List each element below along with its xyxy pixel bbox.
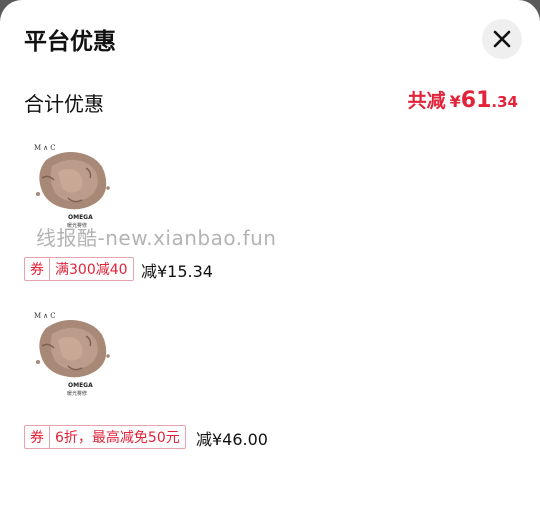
- coupon-text: 6折，最高减免50元: [55, 430, 180, 446]
- discount-item: M∧C OMEGA 暖光雾修 券 6折，最高减免50元 减¥46.00: [24, 306, 520, 451]
- close-icon: [493, 30, 511, 48]
- currency-symbol: ¥: [449, 92, 461, 111]
- amount-decimal: .34: [491, 93, 518, 111]
- total-discount-amount: 共减 ¥61.34: [408, 86, 518, 113]
- sheet-title: 平台优惠: [24, 29, 116, 55]
- coupon-tag: 券: [25, 426, 50, 448]
- total-discount-label: 合计优惠: [24, 92, 104, 116]
- coupon-text: 满300减40: [55, 262, 128, 278]
- coupon-badge: 券 满300减40: [24, 257, 134, 281]
- coupon-badge: 券 6折，最高减免50元: [24, 425, 186, 449]
- platform-discount-sheet: 平台优惠 合计优惠 共减 ¥61.34 M∧C OMEGA 暖光雾修 券 满30…: [0, 0, 540, 530]
- product-name: OMEGA: [68, 382, 93, 389]
- item-saving: 减¥15.34: [141, 262, 213, 281]
- coupon-tag: 券: [25, 258, 50, 280]
- amount-integer: 61: [460, 88, 492, 113]
- watermark-text: 线报酷-new.xianbao.fun: [36, 226, 277, 250]
- item-saving: 减¥46.00: [196, 430, 268, 449]
- product-name: OMEGA: [68, 214, 93, 221]
- discount-item: M∧C OMEGA 暖光雾修 券 满300减40 减¥15.34: [24, 138, 520, 283]
- total-prefix: 共减: [407, 90, 446, 112]
- product-image: M∧C OMEGA 暖光雾修: [24, 306, 118, 400]
- close-button[interactable]: [482, 19, 522, 59]
- product-image: M∧C OMEGA 暖光雾修: [24, 138, 118, 232]
- total-discount-row: 合计优惠 共减 ¥61.34: [24, 86, 518, 116]
- product-subtitle: 暖光雾修: [67, 391, 88, 397]
